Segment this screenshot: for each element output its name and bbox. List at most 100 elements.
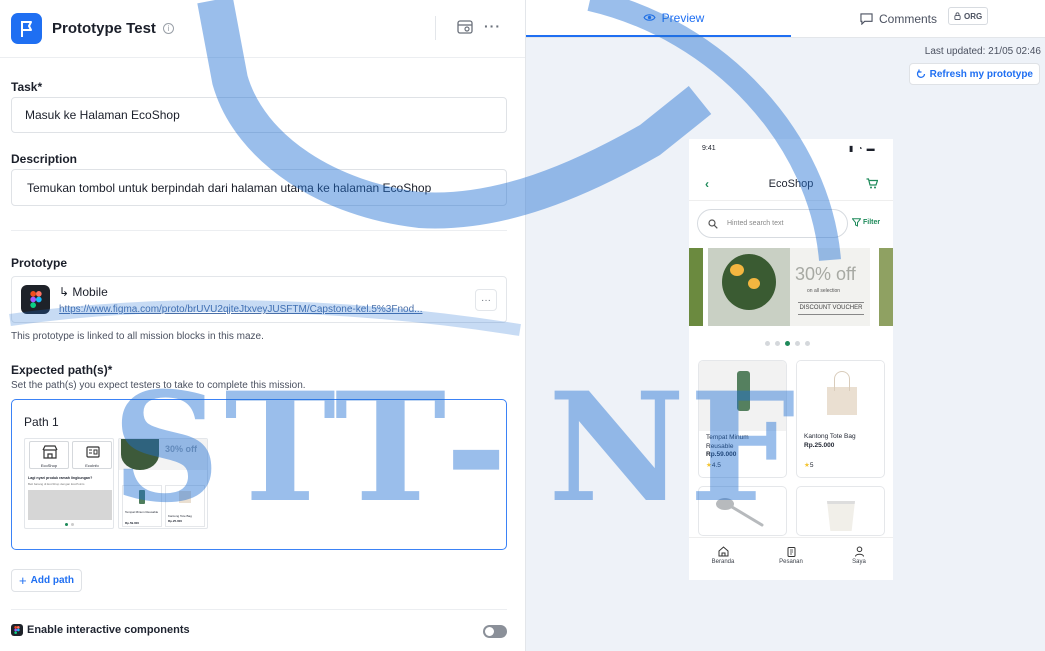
- add-path-button[interactable]: + Add path: [11, 569, 82, 592]
- thumb-dot: [65, 523, 68, 526]
- search-placeholder: Hinted search text: [727, 220, 784, 227]
- carousel-dot[interactable]: [805, 341, 810, 346]
- phone-search-input[interactable]: Hinted search text: [697, 209, 848, 238]
- product-price: Rp.25.000: [804, 442, 835, 449]
- thumb-dot: [71, 523, 74, 526]
- thumb-food-image: [121, 439, 159, 470]
- path-screen-home[interactable]: EcoShop EcoInfo Lagi nyari produk ramah …: [24, 438, 114, 529]
- promo-banner[interactable]: 30% off on all selection DISCOUNT VOUCHE…: [708, 248, 870, 326]
- org-label: ORG: [964, 11, 983, 21]
- thumb-headline: Lagi nyari produk ramah lingkungan?: [28, 476, 93, 480]
- status-icons: ▮ ◔ ▬: [849, 144, 876, 153]
- shop-icon: [42, 445, 58, 459]
- prototype-more-button[interactable]: ···: [475, 289, 497, 311]
- refresh-icon: [916, 69, 925, 78]
- banner-voucher: DISCOUNT VOUCHER: [798, 302, 864, 315]
- lock-icon: [954, 12, 961, 20]
- thumb-card-1-price: Rp.59.000: [125, 521, 140, 525]
- interactive-components-toggle[interactable]: [483, 625, 507, 638]
- product-image-tote: [797, 361, 884, 431]
- egg-yolk: [748, 278, 760, 289]
- home-icon: [718, 546, 728, 557]
- tote-shape: [827, 387, 857, 415]
- filter-icon: [852, 218, 861, 227]
- path-card[interactable]: Path 1 EcoShop EcoInfo Lagi nyari produk…: [11, 399, 507, 550]
- carousel-dot-active[interactable]: [785, 341, 790, 346]
- figma-icon: [21, 285, 50, 314]
- description-input[interactable]: Temukan tombol untuk berpindah dari hala…: [11, 169, 507, 206]
- product-rating: ★5: [804, 461, 813, 469]
- nav-beranda[interactable]: Beranda: [689, 538, 757, 565]
- egg-yolk: [730, 264, 744, 276]
- thumb-promo-text: 30% off: [165, 444, 198, 454]
- food-image: [708, 248, 790, 326]
- thumb-card-1-name: Tempat Minum Reusable: [125, 510, 159, 514]
- tab-preview[interactable]: Preview: [526, 0, 791, 37]
- prototype-note: This prototype is linked to all mission …: [11, 331, 264, 342]
- phone-preview[interactable]: 9:41 ▮ ◔ ▬ ‹ EcoShop Hinted search text …: [689, 139, 893, 580]
- thumb-tile-ecoshop: EcoShop: [29, 441, 69, 469]
- interactive-components-row: Enable interactive components: [11, 624, 190, 636]
- carousel-dot[interactable]: [775, 341, 780, 346]
- banner-sub: on all selection: [807, 288, 841, 294]
- plus-icon: +: [19, 573, 27, 588]
- thumb-tile-ecoinfo-label: EcoInfo: [85, 463, 99, 468]
- filter-button[interactable]: Filter: [852, 218, 880, 227]
- thumb-tote: [179, 491, 191, 503]
- preview-eye-icon[interactable]: [457, 20, 473, 39]
- expected-paths-help: Set the path(s) you expect testers to ta…: [11, 380, 306, 391]
- path-screen-ecoshop[interactable]: 30% off Tempat Minum Reusable Rp.59.000 …: [118, 438, 208, 529]
- clipboard-icon: [787, 547, 795, 557]
- product-card-4[interactable]: [796, 486, 885, 536]
- info-icon[interactable]: i: [162, 23, 174, 34]
- product-card-3[interactable]: [698, 486, 787, 536]
- add-path-label: Add path: [30, 575, 74, 586]
- page-title: Prototype Test: [52, 20, 156, 37]
- task-input[interactable]: Masuk ke Halaman EcoShop: [11, 97, 507, 133]
- product-price: Rp.59.000: [706, 451, 737, 458]
- header-divider: [435, 16, 436, 40]
- nav-pesanan-label: Pesanan: [779, 559, 803, 565]
- carousel-dot[interactable]: [795, 341, 800, 346]
- eye-icon: [643, 14, 656, 21]
- prototype-url[interactable]: https://www.figma.com/proto/brUVU2qjteJt…: [59, 304, 449, 315]
- product-rating: ★4.5: [706, 461, 721, 469]
- tote-handle: [834, 371, 850, 391]
- phone-title: EcoShop: [768, 178, 814, 190]
- expected-paths-label: Expected path(s)*: [11, 363, 113, 377]
- product-card-1[interactable]: Tempat Minum Reusable Rp.59.000 ★4.5: [698, 360, 787, 478]
- bottle-shape: [737, 371, 750, 411]
- preview-tabs: Preview Comments ORG: [526, 0, 1045, 38]
- thumb-bottle: [139, 490, 145, 504]
- product-card-2[interactable]: Kantong Tote Bag Rp.25.000 ★5: [796, 360, 885, 478]
- section-divider: [11, 230, 507, 231]
- more-dots-icon[interactable]: ···: [484, 18, 501, 34]
- nav-pesanan[interactable]: Pesanan: [757, 538, 825, 565]
- cup-image: [827, 501, 855, 531]
- carousel-dot[interactable]: [765, 341, 770, 346]
- path-name: Path 1: [24, 415, 59, 429]
- nav-saya[interactable]: Saya: [825, 538, 893, 565]
- task-value: Masuk ke Halaman EcoShop: [25, 108, 180, 122]
- refresh-prototype-button[interactable]: Refresh my prototype: [908, 63, 1040, 85]
- prototype-card[interactable]: ↳ Mobile https://www.figma.com/proto/brU…: [11, 276, 507, 323]
- filter-label: Filter: [863, 219, 881, 226]
- nav-saya-label: Saya: [852, 559, 866, 565]
- thumb-card-2-name: Kantong Tote Bag: [168, 514, 192, 518]
- thumb-sub: Beli barang di EcoShop dengan EcoPoints: [28, 482, 85, 486]
- thumb-card-1: Tempat Minum Reusable Rp.59.000: [122, 485, 162, 527]
- banner-discount: 30% off: [795, 264, 856, 284]
- tab-comments[interactable]: Comments: [860, 0, 937, 37]
- cart-icon[interactable]: [866, 178, 878, 189]
- thumb-tile-ecoinfo: EcoInfo: [72, 441, 112, 469]
- phone-header-divider: [689, 200, 893, 201]
- tab-preview-label: Preview: [661, 10, 705, 25]
- panel-header: Prototype Test i: [0, 0, 525, 58]
- flag-logo-icon: [11, 13, 42, 44]
- carousel-dots: [765, 341, 810, 346]
- banner-prev-peek: [689, 248, 703, 326]
- product-image-bottle: [699, 361, 786, 431]
- description-label: Description: [11, 152, 78, 166]
- bottom-nav: Beranda Pesanan Saya: [689, 537, 893, 580]
- last-updated: Last updated: 21/05 02:46: [924, 46, 1041, 57]
